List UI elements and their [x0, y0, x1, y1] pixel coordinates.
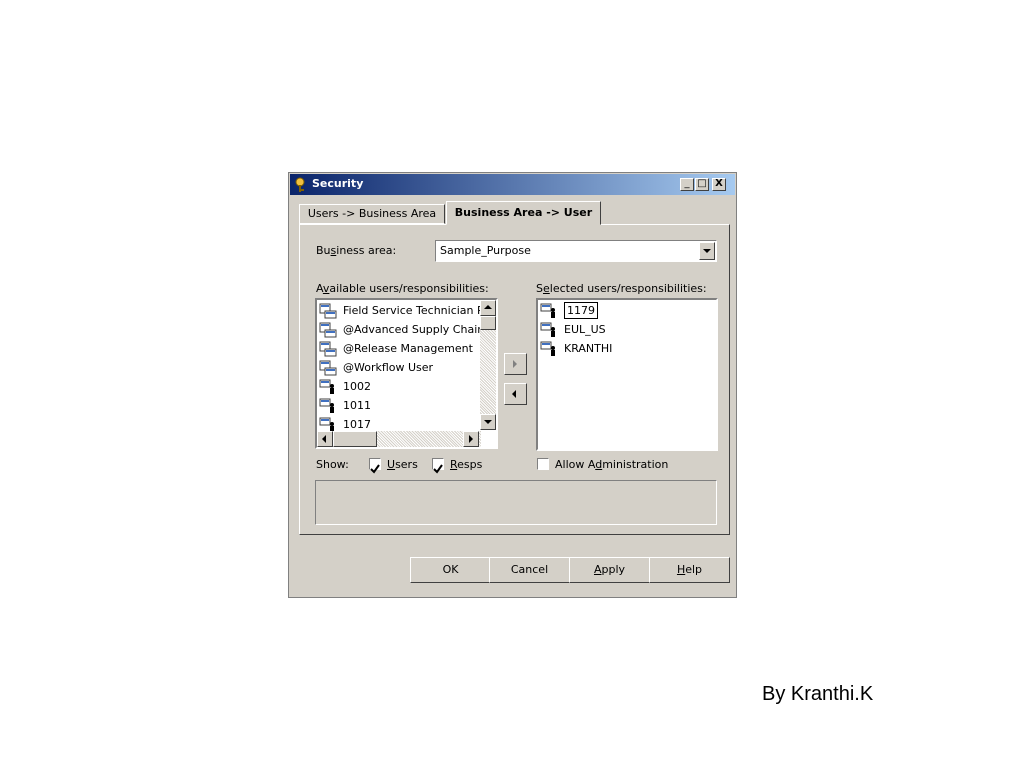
list-item-label: 1011 — [343, 399, 371, 412]
users-checkbox[interactable] — [369, 458, 381, 474]
security-key-icon — [295, 177, 305, 192]
arrow-right-icon — [469, 435, 473, 443]
show-label: Show: — [316, 458, 349, 471]
add-to-selected-button[interactable] — [504, 353, 527, 375]
scroll-right-button[interactable] — [463, 431, 479, 447]
horizontal-scrollbar[interactable] — [317, 431, 481, 447]
arrow-right-icon — [513, 360, 517, 368]
author-caption: By Kranthi.K — [762, 683, 874, 705]
list-item-label: @Workflow User — [343, 361, 434, 374]
user-icon — [319, 398, 334, 413]
available-list[interactable]: Field Service Technician Po @Advanced Sup… — [315, 298, 498, 449]
checkmark-icon — [370, 464, 380, 474]
title-bar[interactable]: Security _ □ X — [290, 174, 735, 195]
hscroll-thumb[interactable] — [333, 431, 377, 447]
list-item-label: 1179 — [564, 302, 598, 319]
cancel-button[interactable]: Cancel — [489, 557, 570, 583]
arrow-up-icon — [484, 305, 492, 309]
help-button[interactable]: Help — [649, 557, 730, 583]
list-item-label: 1002 — [343, 380, 371, 393]
available-label: Available users/responsibilities: — [316, 282, 489, 295]
users-checkbox-label[interactable]: Users — [387, 458, 418, 471]
selected-label: Selected users/responsibilities: — [536, 282, 707, 295]
arrow-left-icon — [512, 390, 516, 398]
user-icon — [540, 322, 555, 337]
user-icon — [319, 379, 334, 394]
maximize-button[interactable]: □ — [695, 178, 709, 191]
checkmark-icon — [433, 464, 443, 474]
chevron-down-icon — [703, 249, 711, 253]
list-item-label: Field Service Technician Po — [343, 304, 490, 317]
scroll-down-button[interactable] — [480, 414, 496, 430]
scroll-left-button[interactable] — [317, 431, 333, 447]
minimize-button[interactable]: _ — [680, 178, 694, 191]
apply-button[interactable]: Apply — [569, 557, 650, 583]
allow-administration-label[interactable]: Allow Administration — [555, 458, 668, 471]
tab-business-area-to-user[interactable]: Business Area -> User — [446, 201, 601, 225]
responsibility-icon — [319, 360, 337, 376]
resps-checkbox-label[interactable]: Resps — [450, 458, 482, 471]
arrow-left-icon — [322, 435, 326, 443]
remove-from-selected-button[interactable] — [504, 383, 527, 405]
info-panel — [315, 480, 717, 525]
responsibility-icon — [319, 341, 337, 357]
dropdown-button[interactable] — [699, 242, 715, 260]
business-area-value: Sample_Purpose — [440, 244, 531, 257]
business-area-select[interactable]: Sample_Purpose — [435, 240, 717, 262]
user-icon — [540, 341, 555, 356]
window-title: Security — [312, 177, 364, 190]
arrow-down-icon — [484, 420, 492, 424]
user-icon — [540, 303, 555, 318]
allow-administration-checkbox[interactable] — [537, 458, 549, 470]
business-area-label: Business area: — [316, 244, 397, 257]
vertical-scrollbar[interactable] — [480, 300, 496, 430]
tab-label: Business Area -> User — [454, 206, 593, 219]
list-item-label: @Release Management — [343, 342, 473, 355]
selected-list[interactable]: 1179 EUL_US KRANTHI — [536, 298, 718, 451]
scroll-up-button[interactable] — [480, 300, 496, 316]
close-button[interactable]: X — [712, 178, 726, 191]
list-item-label: KRANTHI — [564, 342, 613, 355]
list-item-label: @Advanced Supply Chain P — [343, 323, 495, 336]
resps-checkbox[interactable] — [432, 458, 444, 474]
list-item-label: EUL_US — [564, 323, 606, 336]
ok-button[interactable]: OK — [410, 557, 491, 583]
tab-label: Users -> Business Area — [307, 207, 437, 220]
responsibility-icon — [319, 322, 337, 338]
tab-users-to-business-area[interactable]: Users -> Business Area — [299, 204, 445, 224]
scroll-thumb[interactable] — [480, 316, 496, 330]
security-dialog: Security _ □ X Users -> Business Area Bu… — [288, 172, 737, 598]
responsibility-icon — [319, 303, 337, 319]
